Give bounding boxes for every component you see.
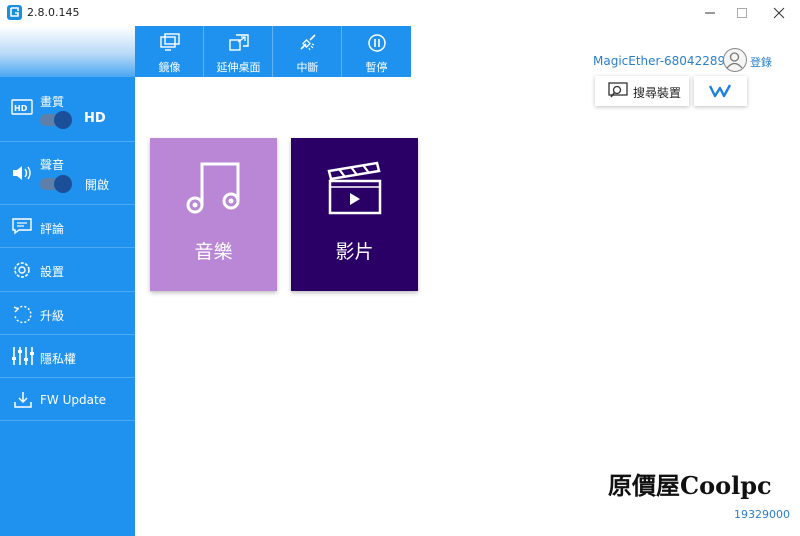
disconnect-icon xyxy=(297,33,319,53)
search-device-button[interactable]: 搜尋裝置 xyxy=(595,76,689,106)
pause-icon xyxy=(366,33,388,53)
watermark-number: 19329000 xyxy=(734,508,790,521)
speaker-icon xyxy=(11,164,35,186)
sidebar-item-comment[interactable]: 評論 xyxy=(0,205,135,248)
music-note-icon xyxy=(184,160,244,215)
app-logo-icon xyxy=(7,5,22,20)
disconnect-button[interactable]: 中斷 xyxy=(273,26,342,77)
search-device-icon xyxy=(608,82,630,104)
video-label: 影片 xyxy=(335,241,374,263)
maximize-button[interactable] xyxy=(731,3,753,23)
sound-toggle[interactable] xyxy=(40,175,72,193)
toolbar-label: 延伸桌面 xyxy=(216,61,261,74)
extend-desktop-icon xyxy=(228,33,250,53)
toolbar-label: 鏡像 xyxy=(158,61,181,74)
sidebar-item-sound[interactable]: 聲音 開啟 xyxy=(0,142,135,205)
sidebar-item-settings[interactable]: 設置 xyxy=(0,248,135,292)
sidebar-item-fw-update[interactable]: FW Update xyxy=(0,378,135,421)
mirror-icon xyxy=(159,33,181,53)
sound-label: 聲音 xyxy=(40,158,65,172)
watermark-logo: 原價屋Coolpc xyxy=(608,471,772,500)
sidebar-header xyxy=(0,26,135,77)
sidebar: HD 畫質 HD 聲音 開啟 評論 設置 升級 隱私權 FW Update xyxy=(0,26,135,536)
sidebar-item-label: 評論 xyxy=(40,222,65,236)
app-window: 2.8.0.145 HD 畫質 HD 聲音 開啟 評論 設置 升級 隱私權 FW… xyxy=(0,0,800,536)
w-logo-icon xyxy=(708,83,733,103)
sidebar-item-label: 隱私權 xyxy=(40,352,77,366)
pause-button[interactable]: 暫停 xyxy=(342,26,411,77)
sound-value: 開啟 xyxy=(85,178,110,192)
sidebar-item-privacy[interactable]: 隱私權 xyxy=(0,335,135,378)
hd-icon: HD xyxy=(11,99,33,121)
sidebar-item-upgrade[interactable]: 升級 xyxy=(0,292,135,335)
svg-text:HD: HD xyxy=(14,104,28,113)
toolbar-label: 暫停 xyxy=(365,61,388,74)
mirror-button[interactable]: 鏡像 xyxy=(135,26,204,77)
upgrade-icon xyxy=(11,303,33,329)
gear-icon xyxy=(11,259,33,285)
sidebar-item-quality[interactable]: HD 畫質 HD xyxy=(0,77,135,142)
minimize-button[interactable] xyxy=(699,3,721,23)
sidebar-item-label: 升級 xyxy=(40,309,65,323)
quality-value: HD xyxy=(84,111,106,126)
wifi-direct-button[interactable] xyxy=(694,76,747,106)
video-tile[interactable]: 影片 xyxy=(291,138,418,291)
extend-desktop-button[interactable]: 延伸桌面 xyxy=(204,26,273,77)
search-device-label: 搜尋裝置 xyxy=(633,86,682,100)
sidebar-item-label: 設置 xyxy=(40,265,65,279)
music-tile[interactable]: 音樂 xyxy=(150,138,277,291)
toolbar-label: 中斷 xyxy=(296,61,319,74)
login-link[interactable]: 登錄 xyxy=(750,54,772,70)
clapperboard-icon xyxy=(325,160,385,215)
quality-toggle[interactable] xyxy=(40,111,72,129)
comment-icon xyxy=(11,217,33,239)
user-name: MagicEther-68042289 xyxy=(593,54,726,68)
avatar[interactable] xyxy=(723,48,747,72)
sliders-icon xyxy=(11,345,35,371)
quality-label: 畫質 xyxy=(40,95,65,109)
sidebar-item-label: FW Update xyxy=(40,393,107,407)
title-bar: 2.8.0.145 xyxy=(0,0,800,26)
close-button[interactable] xyxy=(768,3,790,23)
download-icon xyxy=(13,390,33,414)
toolbar: 鏡像 延伸桌面 中斷 暫停 xyxy=(135,26,411,77)
app-version: 2.8.0.145 xyxy=(27,6,80,19)
music-label: 音樂 xyxy=(194,241,233,263)
